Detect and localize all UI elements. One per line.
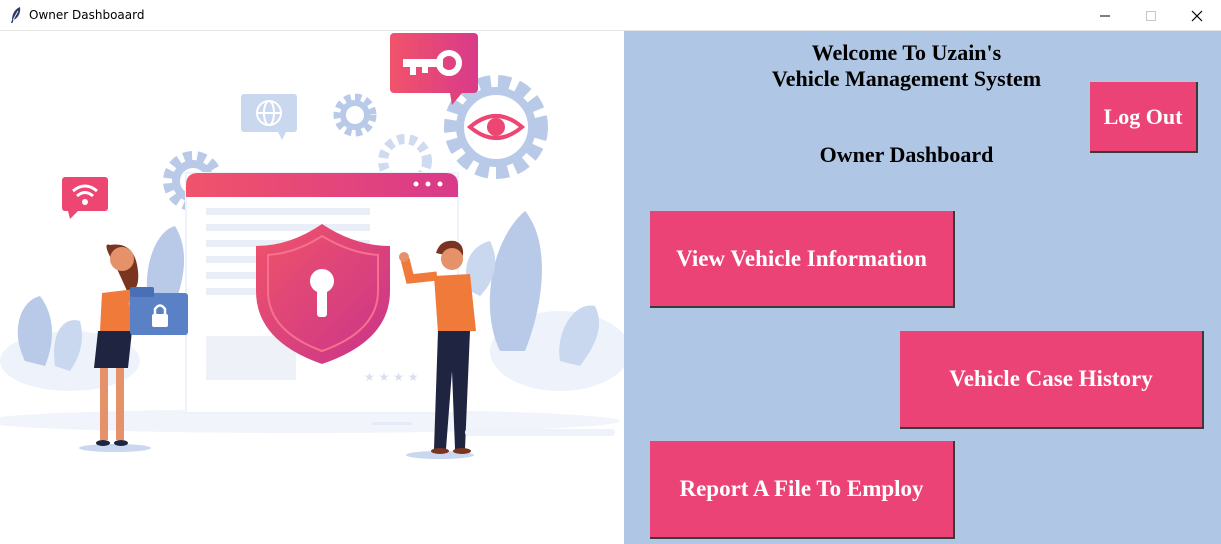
security-illustration: ★ ★ ★ ★ <box>0 33 624 459</box>
eye-gear-icon <box>444 75 548 179</box>
close-icon <box>1191 10 1203 21</box>
dashboard-title: Owner Dashboard <box>819 142 994 167</box>
globe-icon <box>241 94 297 140</box>
view-vehicle-information-button[interactable]: View Vehicle Information <box>650 211 955 308</box>
dashboard-panel: Welcome To Uzain's Vehicle Management Sy… <box>624 31 1221 544</box>
minimize-icon <box>1100 15 1110 16</box>
report-file-button[interactable]: Report A File To Employ <box>650 441 955 539</box>
vehicle-case-history-button[interactable]: Vehicle Case History <box>900 331 1204 429</box>
maximize-button[interactable] <box>1128 0 1174 31</box>
svg-text:★ ★ ★ ★: ★ ★ ★ ★ <box>364 370 418 384</box>
window-title: Owner Dashboaard <box>29 8 145 22</box>
window-titlebar: Owner Dashboaard <box>0 0 1221 31</box>
gear-icon <box>333 93 377 137</box>
feather-icon <box>11 7 21 23</box>
minimize-button[interactable] <box>1082 0 1128 31</box>
welcome-heading-line1: Welcome To Uzain's <box>811 40 1002 65</box>
maximize-icon <box>1146 10 1156 21</box>
security-illustration-panel: ★ ★ ★ ★ <box>0 31 624 544</box>
close-button[interactable] <box>1174 0 1220 31</box>
wifi-icon <box>62 177 108 219</box>
folder-lock-icon <box>130 287 188 335</box>
